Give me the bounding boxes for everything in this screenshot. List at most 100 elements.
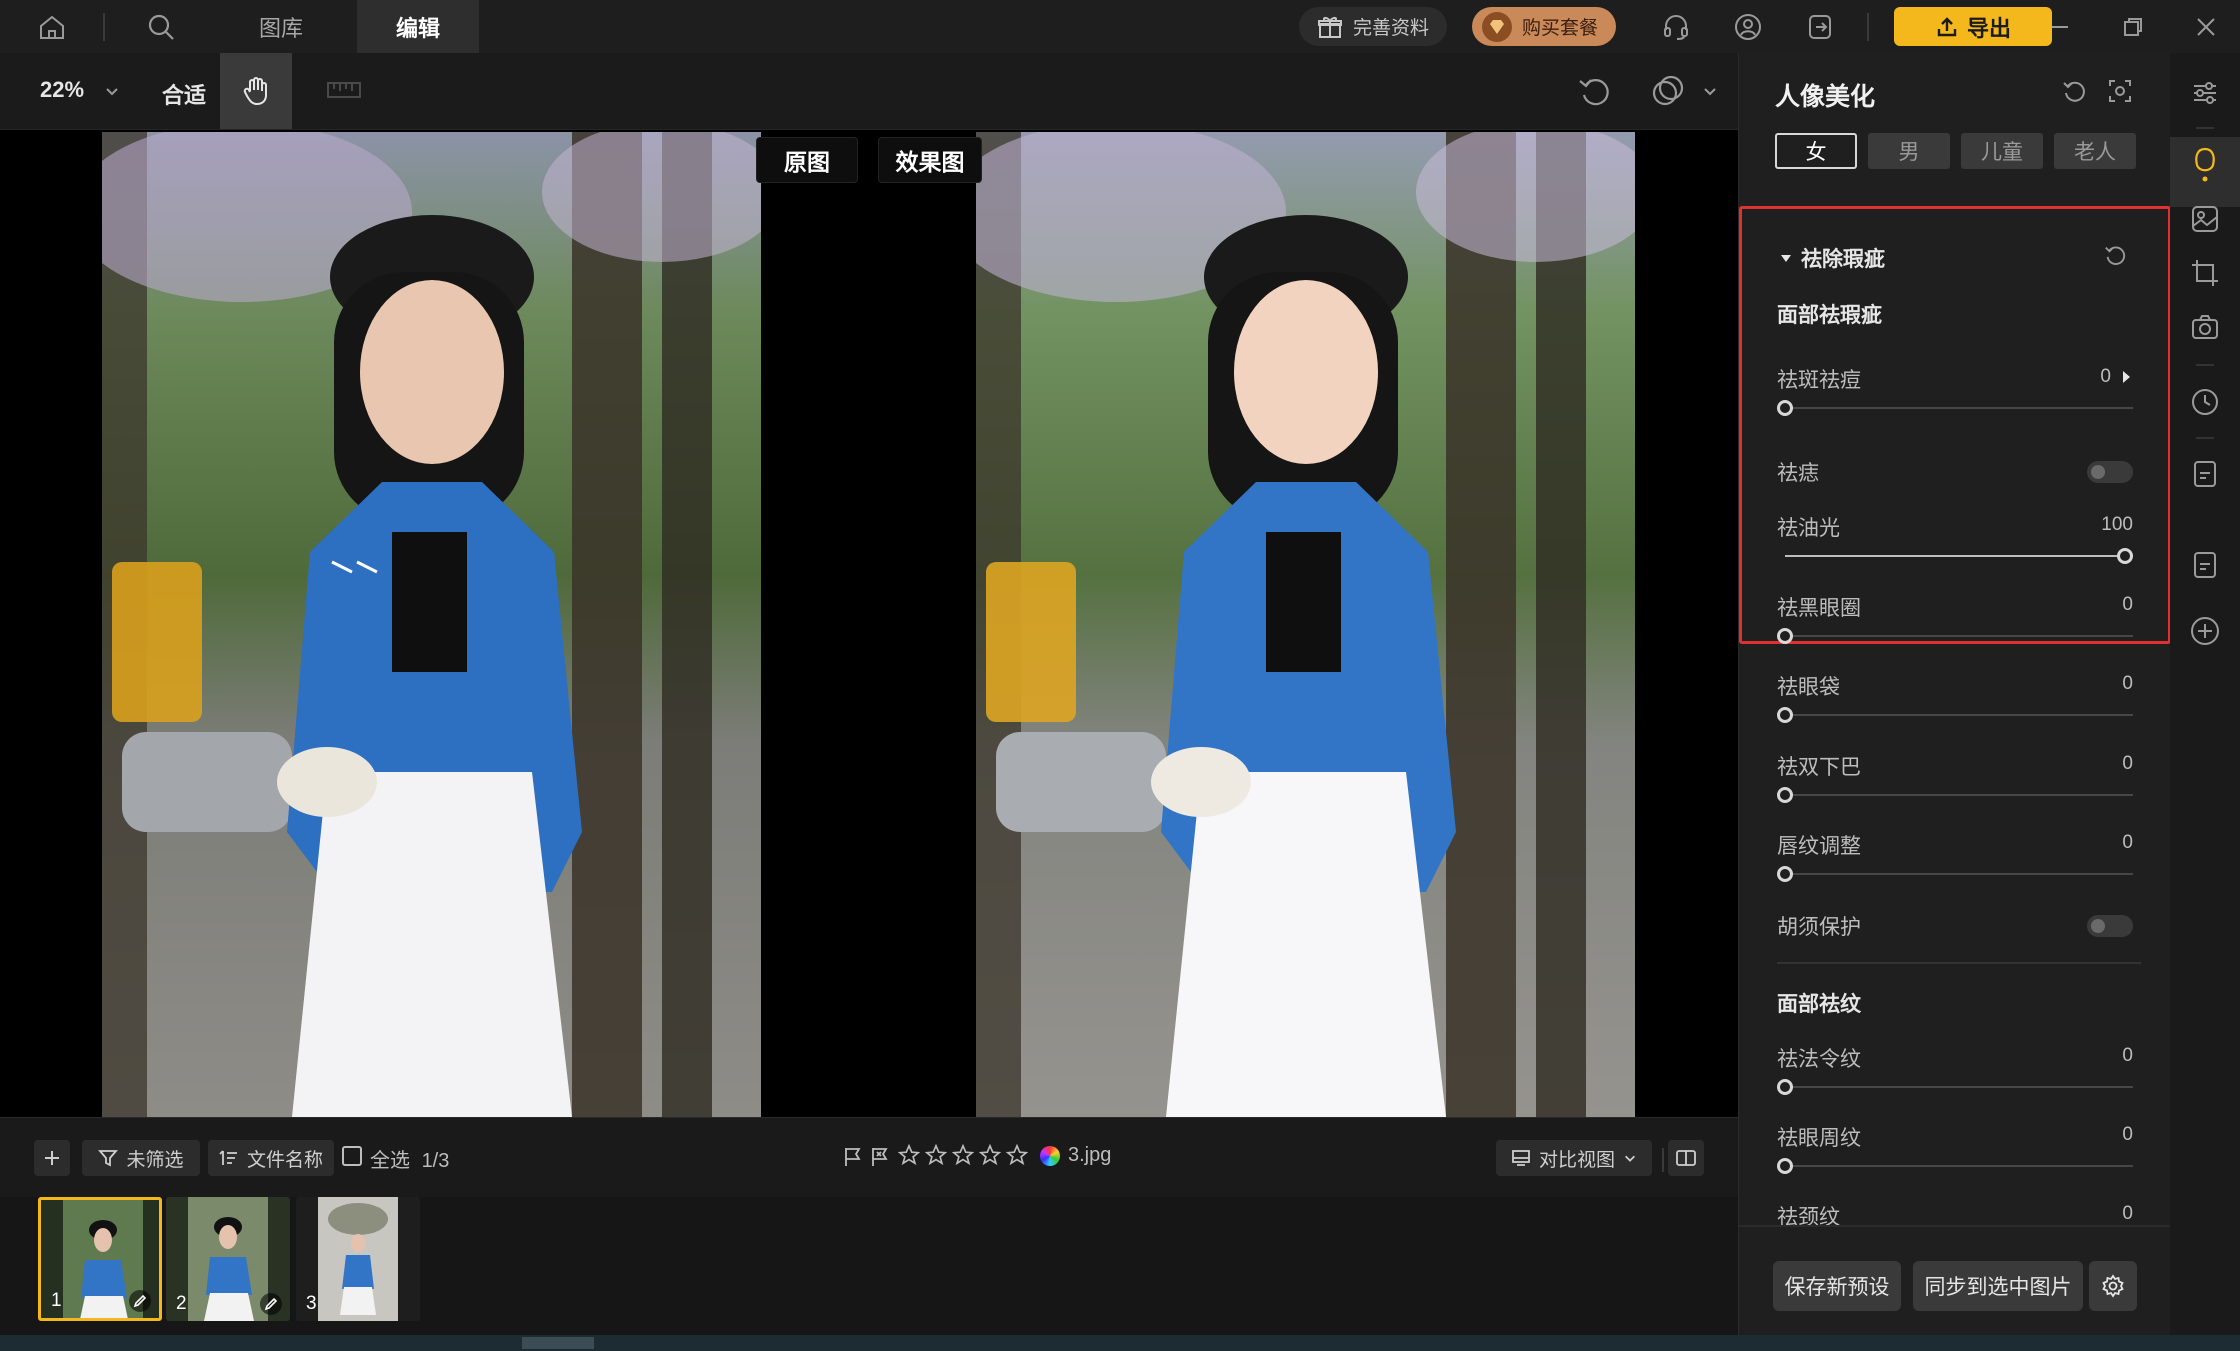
original-label: 原图: [756, 137, 858, 183]
logout-icon[interactable]: [1802, 9, 1838, 45]
save-preset-button[interactable]: 保存新预设: [1773, 1261, 1901, 1311]
section-blemish-header[interactable]: 祛除瑕疵: [1779, 243, 1885, 273]
zoom-value: 22%: [40, 77, 85, 102]
star-icon[interactable]: [925, 1144, 947, 1166]
star-icon[interactable]: [979, 1144, 1001, 1166]
slider-track[interactable]: [1785, 714, 2133, 716]
slider-knob[interactable]: [1777, 787, 1793, 803]
camera-icon[interactable]: [2187, 309, 2223, 345]
eye-bag-slider[interactable]: 祛眼袋 0: [1777, 671, 2133, 727]
filmstrip-scrollbar[interactable]: [522, 1337, 594, 1349]
gift-icon: [1317, 14, 1343, 40]
thumbnail[interactable]: 2: [166, 1197, 290, 1321]
divider: [1662, 1148, 1664, 1172]
mole-toggle[interactable]: [2087, 461, 2133, 483]
reset-icon[interactable]: [2061, 78, 2087, 104]
sort-button[interactable]: 文件名称: [208, 1140, 334, 1176]
zoom-select[interactable]: 22%: [40, 77, 120, 103]
eye-wrinkle-slider[interactable]: 祛眼周纹 0: [1777, 1122, 2133, 1178]
slider-knob[interactable]: [1777, 1079, 1793, 1095]
add-circle-icon[interactable]: [2187, 613, 2223, 649]
home-icon[interactable]: [34, 9, 70, 45]
undo-icon[interactable]: [1576, 73, 1612, 109]
sync-button[interactable]: 同步到选中图片: [1913, 1261, 2083, 1311]
select-all-checkbox[interactable]: [342, 1146, 362, 1166]
export-button[interactable]: 导出: [1894, 7, 2052, 46]
reject-flag-icon[interactable]: [870, 1146, 890, 1168]
thumbnail-number: 3: [306, 1293, 317, 1314]
gender-male-button[interactable]: 男: [1868, 133, 1950, 169]
dark-circle-slider[interactable]: 祛黑眼圈 0: [1777, 592, 2133, 648]
thumbnail[interactable]: 1: [38, 1197, 162, 1321]
slider-track[interactable]: [1785, 794, 2133, 796]
slider-track[interactable]: [1785, 1165, 2133, 1167]
complete-profile-button[interactable]: 完善资料: [1299, 7, 1447, 46]
slider-track[interactable]: [1785, 407, 2133, 409]
beard-toggle[interactable]: [2087, 915, 2133, 937]
hand-tool-button[interactable]: [220, 53, 292, 129]
gear-icon: [2101, 1274, 2125, 1298]
slider-knob[interactable]: [2117, 548, 2133, 564]
star-icon[interactable]: [898, 1144, 920, 1166]
double-chin-slider[interactable]: 祛双下巴 0: [1777, 751, 2133, 807]
flag-icon[interactable]: [843, 1146, 863, 1168]
portrait-retouch-icon[interactable]: [2187, 201, 2223, 237]
star-icon[interactable]: [1006, 1144, 1028, 1166]
color-label-icon[interactable]: [1040, 1146, 1060, 1166]
slider-track[interactable]: [1785, 555, 2133, 557]
nasolabial-slider[interactable]: 祛法令纹 0: [1777, 1043, 2133, 1099]
section-reset-icon[interactable]: [2103, 243, 2127, 267]
slider-value: 0: [2122, 753, 2133, 774]
gender-female-button[interactable]: 女: [1775, 133, 1857, 169]
preset-list-icon[interactable]: [2187, 456, 2223, 492]
effect-photo: [976, 132, 1635, 1117]
slider-track[interactable]: [1785, 1086, 2133, 1088]
split-view-button[interactable]: [1668, 1140, 1704, 1176]
star-icon[interactable]: [952, 1144, 974, 1166]
gender-child-button[interactable]: 儿童: [1961, 133, 2043, 169]
caret-right-icon[interactable]: [2121, 370, 2131, 384]
face-scan-icon[interactable]: [2107, 78, 2133, 104]
compare-overlay-icon[interactable]: [1650, 73, 1686, 109]
close-icon[interactable]: [2188, 9, 2224, 45]
tab-edit[interactable]: 编辑: [357, 0, 479, 53]
chevron-down-icon[interactable]: [1702, 83, 1718, 99]
gender-elder-button[interactable]: 老人: [2054, 133, 2136, 169]
headset-icon[interactable]: [1658, 9, 1694, 45]
slider-track[interactable]: [1785, 873, 2133, 875]
slider-knob[interactable]: [1777, 400, 1793, 416]
user-icon[interactable]: [1730, 9, 1766, 45]
slider-knob[interactable]: [1777, 1158, 1793, 1174]
settings-button[interactable]: [2089, 1261, 2137, 1311]
tab-library[interactable]: 图库: [225, 0, 337, 53]
oil-slider[interactable]: 祛油光 100: [1777, 512, 2133, 568]
crop-icon[interactable]: [2187, 255, 2223, 291]
ruler-icon[interactable]: [326, 75, 362, 105]
sort-icon: [219, 1148, 239, 1168]
rating-stars[interactable]: [898, 1144, 1028, 1166]
adjust-sliders-icon[interactable]: [2187, 75, 2223, 111]
minimize-icon[interactable]: [2042, 9, 2078, 45]
search-icon[interactable]: [143, 9, 179, 45]
fit-button[interactable]: 合适: [162, 78, 206, 110]
slider-knob[interactable]: [1777, 866, 1793, 882]
spot-slider[interactable]: 祛斑祛痘 0: [1777, 364, 2133, 420]
slider-knob[interactable]: [1777, 707, 1793, 723]
split-view-icon: [1675, 1148, 1697, 1168]
photo-canvas[interactable]: [0, 130, 1738, 1117]
thumbnail[interactable]: 3: [296, 1197, 420, 1321]
divider: [1777, 962, 2141, 964]
add-button[interactable]: [34, 1140, 70, 1176]
caret-down-icon: [1779, 251, 1793, 265]
slider-knob[interactable]: [1777, 628, 1793, 644]
filter-icon: [98, 1148, 119, 1168]
history-icon[interactable]: [2187, 384, 2223, 420]
buy-package-button[interactable]: 购买套餐: [1472, 7, 1616, 46]
view-mode-select[interactable]: 对比视图: [1496, 1140, 1652, 1176]
restore-icon[interactable]: [2115, 9, 2151, 45]
beauty-face-icon[interactable]: [2187, 147, 2223, 183]
slider-track[interactable]: [1785, 635, 2133, 637]
filter-button[interactable]: 未筛选: [82, 1140, 200, 1176]
notes-icon[interactable]: [2187, 547, 2223, 583]
lip-lines-slider[interactable]: 唇纹调整 0: [1777, 830, 2133, 886]
